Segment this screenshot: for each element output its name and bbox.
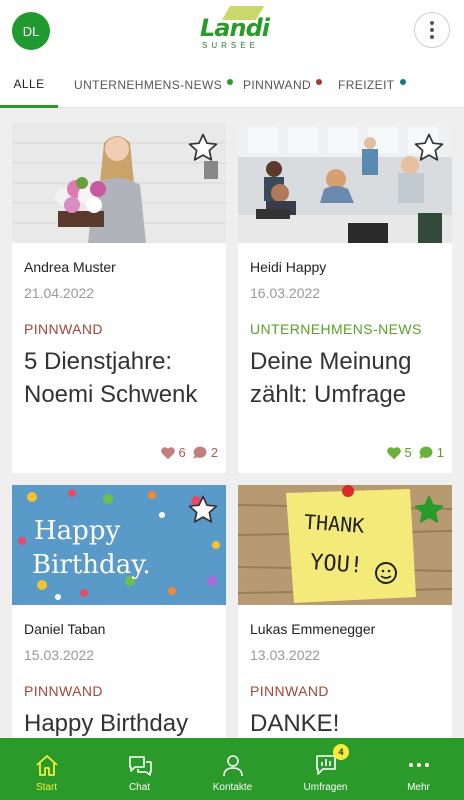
post-card[interactable]: Happy Birthday. Daniel Taban 15.03.2022 …	[12, 485, 226, 738]
chat-icon	[128, 756, 152, 776]
nav-kontakte[interactable]: Kontakte	[186, 738, 279, 800]
favorite-star-icon[interactable]	[186, 131, 220, 165]
more-horizontal-icon	[408, 763, 429, 767]
image-text-birthday: Birthday.	[32, 550, 151, 580]
comment-count: 1	[436, 445, 444, 460]
post-date: 13.03.2022	[250, 647, 321, 663]
tab-label: UNTERNEHMENS-NEWS	[74, 78, 223, 92]
comment-count: 2	[210, 445, 218, 460]
tab-pinnwand[interactable]: PINNWAND	[243, 62, 323, 108]
notification-badge: 4	[333, 744, 349, 760]
user-avatar[interactable]: DL	[12, 12, 50, 50]
image-text-happy: Happy	[34, 516, 120, 546]
post-date: 21.04.2022	[24, 285, 95, 301]
post-category: PINNWAND	[24, 683, 103, 699]
home-icon	[35, 755, 58, 776]
nav-mehr[interactable]: Mehr	[372, 738, 464, 800]
tab-freizeit[interactable]: FREIZEIT	[338, 62, 406, 108]
heart-icon	[386, 446, 401, 459]
tab-label: PINNWAND	[243, 78, 312, 92]
app-header: DL Landi SURSEE	[0, 0, 464, 62]
category-tabs: ALLE UNTERNEHMENS-NEWS PINNWAND FREIZEIT	[0, 62, 464, 108]
post-category: PINNWAND	[24, 321, 103, 337]
nav-label: Chat	[128, 782, 151, 793]
nav-label: Umfragen	[303, 782, 348, 793]
favorite-star-icon[interactable]	[412, 131, 446, 165]
avatar-initials: DL	[22, 23, 40, 39]
post-title: DANKE!	[250, 710, 340, 737]
post-author: Daniel Taban	[24, 621, 106, 637]
nav-label: Mehr	[407, 782, 430, 793]
nav-label: Kontakte	[212, 782, 253, 793]
tab-indicator-dot	[316, 79, 323, 85]
more-options-button[interactable]	[414, 12, 450, 48]
nav-chat[interactable]: Chat	[93, 738, 186, 800]
post-date: 16.03.2022	[250, 285, 321, 301]
bottom-navigation: Start Chat Kontakte Umfragen 4 Mehr	[0, 738, 464, 800]
person-icon	[222, 755, 243, 777]
news-feed: Andrea Muster 21.04.2022 PINNWAND 5 Dien…	[0, 109, 464, 738]
image-text-you: YOU!	[309, 550, 364, 579]
post-stats: 5 1	[386, 445, 444, 460]
comment-icon	[193, 446, 207, 460]
like-count: 6	[178, 445, 186, 460]
landi-logo: Landi SURSEE	[196, 4, 270, 50]
tab-label: FREIZEIT	[338, 78, 395, 92]
post-stats: 6 2	[160, 445, 218, 460]
post-title: Deine Meinung zählt: Umfrage	[250, 348, 412, 408]
nav-umfragen[interactable]: Umfragen 4	[279, 738, 372, 800]
post-card[interactable]: Heidi Happy 16.03.2022 UNTERNEHMENS-NEWS…	[238, 123, 452, 473]
post-author: Heidi Happy	[250, 259, 327, 275]
post-category: PINNWAND	[250, 683, 329, 699]
comments[interactable]: 1	[418, 445, 444, 460]
favorite-star-filled-icon[interactable]	[412, 493, 446, 527]
heart-icon	[160, 446, 175, 459]
post-title: Happy Birthday	[24, 710, 189, 737]
post-card[interactable]: THANK YOU! Lukas Emmenegger 13.03.2022 P…	[238, 485, 452, 738]
nav-label: Start	[35, 782, 58, 793]
like-count: 5	[404, 445, 412, 460]
post-author: Andrea Muster	[24, 259, 116, 275]
logo-subtext: SURSEE	[202, 41, 259, 50]
more-vertical-icon	[430, 21, 434, 25]
favorite-star-icon[interactable]	[186, 493, 220, 527]
likes[interactable]: 6	[160, 445, 186, 460]
comment-icon	[419, 446, 433, 460]
nav-start[interactable]: Start	[0, 738, 93, 800]
post-title: 5 Dienstjahre: Noemi Schwenk	[24, 348, 198, 408]
tab-indicator-dot	[227, 79, 234, 85]
image-text-thank: THANK	[303, 510, 365, 538]
tab-label: ALLE	[13, 76, 45, 91]
tab-alle[interactable]: ALLE	[0, 62, 58, 108]
post-author: Lukas Emmenegger	[250, 621, 376, 637]
logo-text: Landi	[200, 14, 270, 42]
comments[interactable]: 2	[192, 445, 218, 460]
tab-unternehmens-news[interactable]: UNTERNEHMENS-NEWS	[74, 62, 234, 108]
post-date: 15.03.2022	[24, 647, 95, 663]
post-card[interactable]: Andrea Muster 21.04.2022 PINNWAND 5 Dien…	[12, 123, 226, 473]
likes[interactable]: 5	[386, 445, 412, 460]
tab-indicator-dot	[399, 79, 406, 85]
post-category: UNTERNEHMENS-NEWS	[250, 321, 422, 337]
